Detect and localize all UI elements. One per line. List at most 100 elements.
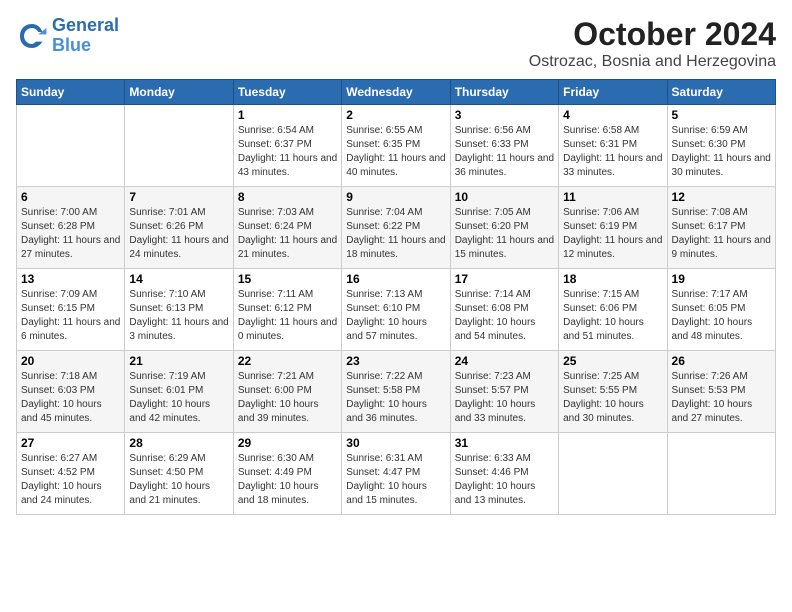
calendar-cell: 31 Sunrise: 6:33 AMSunset: 4:46 PMDayligh… [450,433,558,515]
day-info: Sunrise: 7:11 AMSunset: 6:12 PMDaylight:… [238,288,337,344]
day-info: Sunrise: 7:22 AMSunset: 5:58 PMDaylight:… [346,370,445,426]
day-number: 3 [455,108,554,122]
day-number: 19 [672,272,771,286]
day-number: 24 [455,354,554,368]
calendar-cell: 28 Sunrise: 6:29 AMSunset: 4:50 PMDayligh… [125,433,233,515]
day-number: 16 [346,272,445,286]
calendar-cell: 30Sunrise: 6:31 AMSunset: 4:47 PMDayligh… [342,433,450,515]
calendar-table: SundayMondayTuesdayWednesdayThursdayFrid… [16,79,776,515]
day-number: 26 [672,354,771,368]
day-number: 12 [672,190,771,204]
calendar-cell: 25 Sunrise: 7:25 AMSunset: 5:55 PMDayligh… [559,351,667,433]
calendar-body: 1 Sunrise: 6:54 AMSunset: 6:37 PMDaylight… [17,105,776,515]
logo: General Blue [16,16,119,56]
day-info: Sunrise: 7:00 AMSunset: 6:28 PMDaylight:… [21,206,120,262]
calendar-cell [125,105,233,187]
calendar-week-row: 13Sunrise: 7:09 AMSunset: 6:15 PMDayligh… [17,269,776,351]
day-info: Sunrise: 6:30 AMSunset: 4:49 PMDaylight:… [238,452,337,508]
day-info: Sunrise: 6:54 AMSunset: 6:37 PMDaylight:… [238,124,337,180]
calendar-cell [667,433,775,515]
day-info: Sunrise: 7:13 AMSunset: 6:10 PMDaylight:… [346,288,445,344]
day-info: Sunrise: 7:21 AMSunset: 6:00 PMDaylight:… [238,370,337,426]
weekday-header: Monday [125,80,233,105]
day-number: 7 [129,190,228,204]
day-number: 13 [21,272,120,286]
day-info: Sunrise: 6:59 AMSunset: 6:30 PMDaylight:… [672,124,771,180]
day-info: Sunrise: 6:29 AMSunset: 4:50 PMDaylight:… [129,452,228,508]
day-info: Sunrise: 7:03 AMSunset: 6:24 PMDaylight:… [238,206,337,262]
day-info: Sunrise: 6:55 AMSunset: 6:35 PMDaylight:… [346,124,445,180]
logo-icon [16,20,48,52]
calendar-cell: 29 Sunrise: 6:30 AMSunset: 4:49 PMDayligh… [233,433,341,515]
title-block: October 2024 Ostrozac, Bosnia and Herzeg… [529,16,776,71]
day-info: Sunrise: 7:01 AMSunset: 6:26 PMDaylight:… [129,206,228,262]
location-title: Ostrozac, Bosnia and Herzegovina [529,53,776,71]
day-info: Sunrise: 7:06 AMSunset: 6:19 PMDaylight:… [563,206,662,262]
day-number: 31 [455,436,554,450]
calendar-cell: 10 Sunrise: 7:05 AMSunset: 6:20 PMDayligh… [450,187,558,269]
day-number: 4 [563,108,662,122]
day-info: Sunrise: 7:05 AMSunset: 6:20 PMDaylight:… [455,206,554,262]
calendar-cell: 1 Sunrise: 6:54 AMSunset: 6:37 PMDaylight… [233,105,341,187]
day-info: Sunrise: 7:19 AMSunset: 6:01 PMDaylight:… [129,370,228,426]
calendar-cell: 23 Sunrise: 7:22 AMSunset: 5:58 PMDayligh… [342,351,450,433]
calendar-cell: 8 Sunrise: 7:03 AMSunset: 6:24 PMDaylight… [233,187,341,269]
day-info: Sunrise: 7:14 AMSunset: 6:08 PMDaylight:… [455,288,554,344]
calendar-cell: 12 Sunrise: 7:08 AMSunset: 6:17 PMDayligh… [667,187,775,269]
day-info: Sunrise: 7:10 AMSunset: 6:13 PMDaylight:… [129,288,228,344]
day-info: Sunrise: 6:27 AMSunset: 4:52 PMDaylight:… [21,452,120,508]
day-number: 11 [563,190,662,204]
calendar-cell: 9 Sunrise: 7:04 AMSunset: 6:22 PMDaylight… [342,187,450,269]
day-info: Sunrise: 7:18 AMSunset: 6:03 PMDaylight:… [21,370,120,426]
day-number: 22 [238,354,337,368]
calendar-cell: 11 Sunrise: 7:06 AMSunset: 6:19 PMDayligh… [559,187,667,269]
weekday-header: Tuesday [233,80,341,105]
day-number: 1 [238,108,337,122]
day-info: Sunrise: 6:56 AMSunset: 6:33 PMDaylight:… [455,124,554,180]
day-number: 2 [346,108,445,122]
day-number: 23 [346,354,445,368]
month-title: October 2024 [529,16,776,53]
calendar-cell: 24Sunrise: 7:23 AMSunset: 5:57 PMDayligh… [450,351,558,433]
day-info: Sunrise: 7:08 AMSunset: 6:17 PMDaylight:… [672,206,771,262]
day-number: 14 [129,272,228,286]
calendar-cell: 17Sunrise: 7:14 AMSunset: 6:08 PMDayligh… [450,269,558,351]
calendar-cell: 26 Sunrise: 7:26 AMSunset: 5:53 PMDayligh… [667,351,775,433]
day-info: Sunrise: 6:33 AMSunset: 4:46 PMDaylight:… [455,452,554,508]
day-number: 10 [455,190,554,204]
calendar-week-row: 6 Sunrise: 7:00 AMSunset: 6:28 PMDaylight… [17,187,776,269]
day-info: Sunrise: 7:26 AMSunset: 5:53 PMDaylight:… [672,370,771,426]
page-header: General Blue October 2024 Ostrozac, Bosn… [16,16,776,71]
calendar-cell: 20 Sunrise: 7:18 AMSunset: 6:03 PMDayligh… [17,351,125,433]
calendar-cell: 18 Sunrise: 7:15 AMSunset: 6:06 PMDayligh… [559,269,667,351]
day-number: 28 [129,436,228,450]
day-number: 18 [563,272,662,286]
day-number: 9 [346,190,445,204]
calendar-cell: 21Sunrise: 7:19 AMSunset: 6:01 PMDayligh… [125,351,233,433]
day-info: Sunrise: 7:15 AMSunset: 6:06 PMDaylight:… [563,288,662,344]
day-info: Sunrise: 7:25 AMSunset: 5:55 PMDaylight:… [563,370,662,426]
calendar-cell: 27 Sunrise: 6:27 AMSunset: 4:52 PMDayligh… [17,433,125,515]
calendar-cell: 4Sunrise: 6:58 AMSunset: 6:31 PMDaylight… [559,105,667,187]
day-number: 8 [238,190,337,204]
calendar-cell: 15Sunrise: 7:11 AMSunset: 6:12 PMDayligh… [233,269,341,351]
day-number: 20 [21,354,120,368]
calendar-cell [17,105,125,187]
calendar-week-row: 1 Sunrise: 6:54 AMSunset: 6:37 PMDaylight… [17,105,776,187]
logo-text: General Blue [52,16,119,56]
day-info: Sunrise: 6:31 AMSunset: 4:47 PMDaylight:… [346,452,445,508]
weekday-header: Thursday [450,80,558,105]
day-number: 25 [563,354,662,368]
calendar-cell: 19 Sunrise: 7:17 AMSunset: 6:05 PMDayligh… [667,269,775,351]
calendar-cell: 13Sunrise: 7:09 AMSunset: 6:15 PMDayligh… [17,269,125,351]
day-number: 29 [238,436,337,450]
weekday-header: Friday [559,80,667,105]
day-number: 27 [21,436,120,450]
calendar-cell: 14 Sunrise: 7:10 AMSunset: 6:13 PMDayligh… [125,269,233,351]
day-number: 5 [672,108,771,122]
day-number: 6 [21,190,120,204]
calendar-week-row: 27 Sunrise: 6:27 AMSunset: 4:52 PMDayligh… [17,433,776,515]
day-info: Sunrise: 7:17 AMSunset: 6:05 PMDaylight:… [672,288,771,344]
day-info: Sunrise: 7:04 AMSunset: 6:22 PMDaylight:… [346,206,445,262]
calendar-header-row: SundayMondayTuesdayWednesdayThursdayFrid… [17,80,776,105]
